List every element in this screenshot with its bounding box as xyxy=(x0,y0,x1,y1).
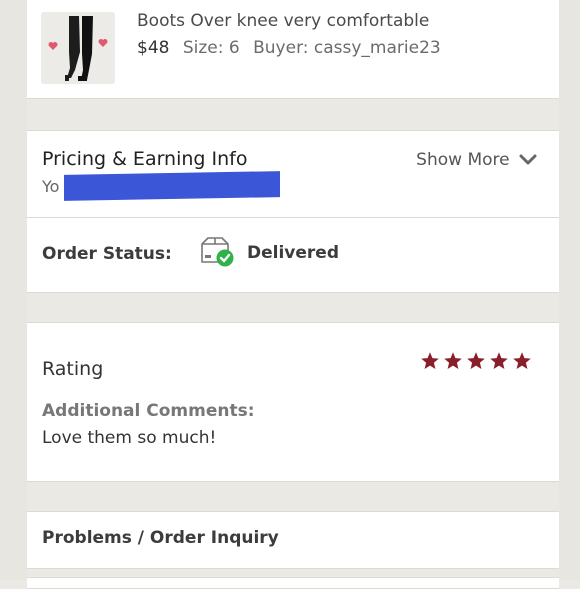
comments-text: Love them so much! xyxy=(42,428,217,448)
item-card[interactable]: Boots Over knee very comfortable $48 Siz… xyxy=(27,0,559,99)
rating-label: Rating xyxy=(42,358,104,380)
star-icon xyxy=(444,352,462,369)
redaction-bar xyxy=(64,171,280,201)
item-meta: $48 Size: 6 Buyer: cassy_marie23 xyxy=(137,38,449,58)
show-more-button[interactable]: Show More xyxy=(416,150,537,170)
star-icon xyxy=(490,352,508,369)
order-status-label: Order Status: xyxy=(42,244,172,264)
pricing-subtitle: Yo xyxy=(42,177,60,196)
item-thumbnail[interactable] xyxy=(41,12,115,84)
next-card-edge xyxy=(27,577,559,589)
chevron-down-icon xyxy=(519,154,537,165)
left-gutter xyxy=(0,0,27,580)
delivered-box-icon xyxy=(201,237,234,267)
pricing-title: Pricing & Earning Info xyxy=(42,148,248,170)
boots-icon xyxy=(41,12,115,84)
item-price: $48 xyxy=(137,38,170,58)
order-status-card: Order Status: Delivered xyxy=(27,217,559,293)
rating-stars xyxy=(420,351,532,371)
show-more-label: Show More xyxy=(416,150,510,170)
pricing-card: Pricing & Earning Info Show More Yo xyxy=(27,130,559,217)
item-buyer: Buyer: cassy_marie23 xyxy=(253,38,441,58)
star-icon xyxy=(467,352,485,369)
problems-card[interactable]: Problems / Order Inquiry xyxy=(27,511,559,569)
item-size: Size: 6 xyxy=(182,38,240,58)
rating-card: Rating Additional Comments: Love them so… xyxy=(27,322,559,482)
item-title: Boots Over knee very comfortable xyxy=(137,11,430,31)
right-gutter xyxy=(559,0,580,580)
order-status-value: Delivered xyxy=(247,243,339,263)
comments-label: Additional Comments: xyxy=(42,401,255,421)
star-icon xyxy=(421,352,439,369)
star-icon xyxy=(513,352,531,369)
problems-order-inquiry-link[interactable]: Problems / Order Inquiry xyxy=(42,528,279,548)
